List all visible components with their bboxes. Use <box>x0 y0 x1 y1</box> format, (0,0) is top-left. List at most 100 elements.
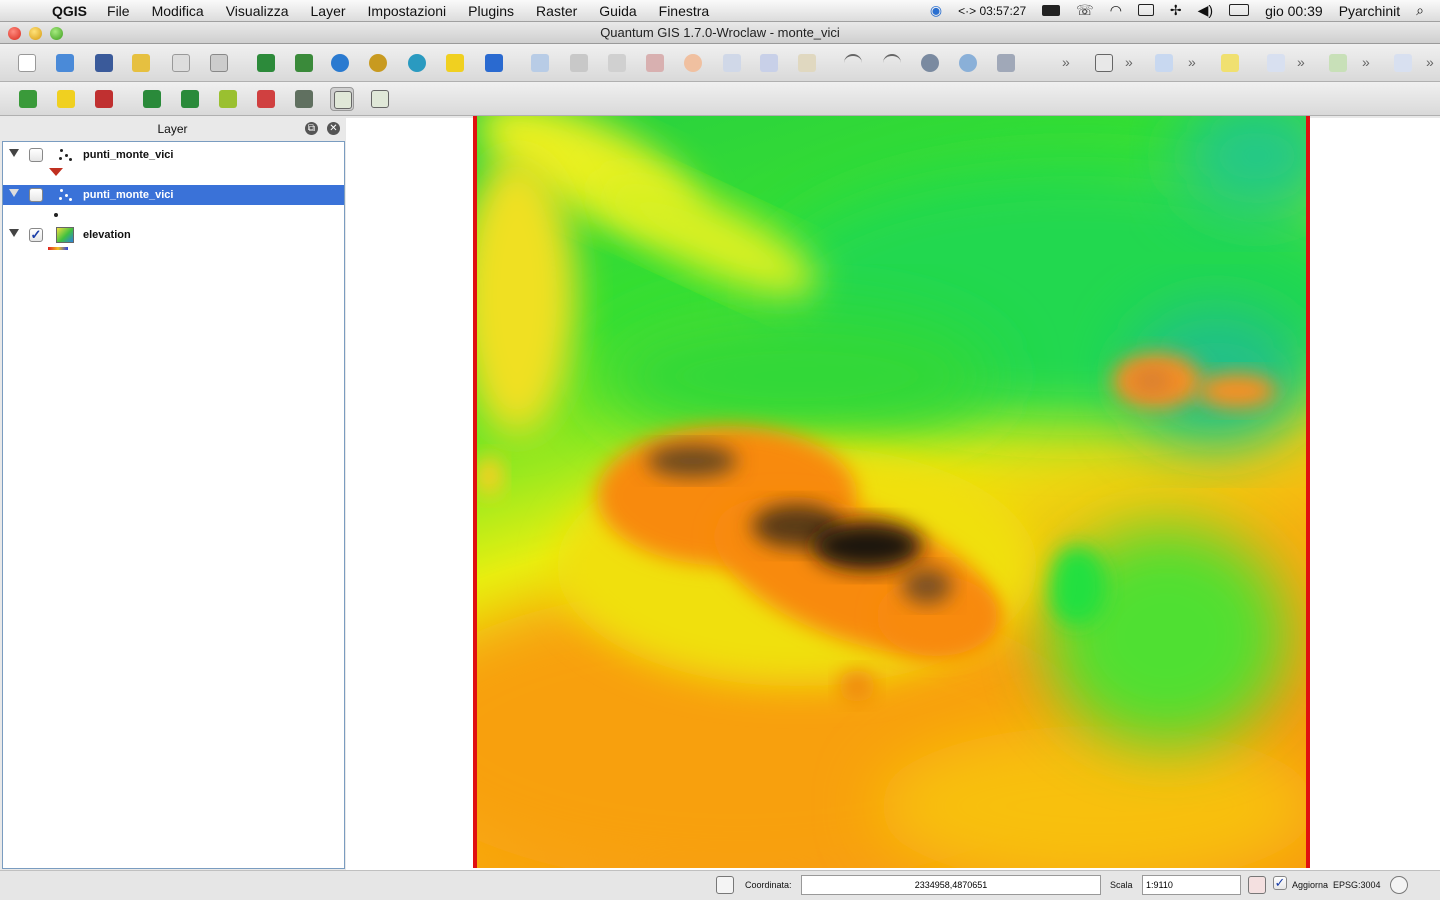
volume-icon[interactable]: ◀︎) <box>1198 2 1213 19</box>
map-canvas[interactable] <box>346 116 1440 870</box>
copy-features-icon[interactable] <box>757 51 781 75</box>
menu-guida[interactable]: Guida <box>599 3 636 19</box>
close-panel-icon[interactable]: ✕ <box>327 122 340 135</box>
layer-visibility-checkbox[interactable] <box>29 188 43 202</box>
toolbar-overflow-icon[interactable]: » <box>1362 54 1370 70</box>
scale-field[interactable] <box>1142 875 1241 895</box>
add-vector-green-icon[interactable] <box>16 87 40 111</box>
window-title: Quantum GIS 1.7.0-Wroclaw - monte_vici <box>600 25 840 40</box>
add-layer-a-icon[interactable] <box>140 87 164 111</box>
layer-name[interactable]: punti_monte_vici <box>83 149 173 161</box>
pan-hand-icon[interactable] <box>1092 51 1116 75</box>
menu-impostazioni[interactable]: Impostazioni <box>368 3 447 19</box>
status-bar: Coordinata: Scala ✓ Aggiorna EPSG:3004 <box>0 870 1440 900</box>
menu-finestra[interactable]: Finestra <box>659 3 710 19</box>
expand-arrow-icon[interactable] <box>9 149 19 157</box>
minimize-window-button[interactable] <box>29 27 42 40</box>
print-icon[interactable] <box>207 51 231 75</box>
crs-label[interactable]: EPSG:3004 <box>1333 880 1381 890</box>
deselect-map-icon[interactable] <box>368 87 392 111</box>
label-abc-icon[interactable] <box>1391 51 1415 75</box>
wifi-icon[interactable]: ◠ <box>1110 2 1122 19</box>
add-part-icon[interactable] <box>994 51 1018 75</box>
add-layer-b-icon[interactable] <box>178 87 202 111</box>
select-map-icon[interactable] <box>330 87 354 111</box>
add-ring-icon[interactable] <box>956 51 980 75</box>
paste-features-icon[interactable] <box>795 51 819 75</box>
menu-plugins[interactable]: Plugins <box>468 3 514 19</box>
crs-status-icon[interactable] <box>1390 876 1408 894</box>
stop-render-icon[interactable] <box>1248 876 1266 894</box>
render-checkbox[interactable]: ✓ <box>1273 876 1287 890</box>
layer-item[interactable]: punti_monte_vici <box>3 185 344 205</box>
raster-layer-icon <box>56 227 74 243</box>
move-feature-icon[interactable] <box>605 51 629 75</box>
identify-icon[interactable] <box>1152 51 1176 75</box>
toggle-editing-icon[interactable] <box>528 51 552 75</box>
remove-layer-icon[interactable] <box>482 51 506 75</box>
spotlight-icon[interactable]: ⌕ <box>1416 2 1424 19</box>
tools-icon[interactable] <box>292 87 316 111</box>
add-vector-layer-icon[interactable] <box>254 51 278 75</box>
sync-icon[interactable]: ◉ <box>930 2 942 19</box>
layer-list[interactable]: punti_monte_vici punti_monte_vici ✓ elev… <box>2 141 345 869</box>
layer-item[interactable]: ✓ elevation <box>3 225 344 245</box>
toolbar-overflow-icon[interactable]: » <box>1062 54 1070 70</box>
save-as-icon[interactable] <box>129 51 153 75</box>
cut-features-icon[interactable] <box>720 51 744 75</box>
input-menu-icon[interactable] <box>1229 3 1250 19</box>
bluetooth-icon[interactable]: ✢ <box>1170 2 1182 19</box>
mac-menubar: QGIS File Modifica Visualizza Layer Impo… <box>0 0 1440 22</box>
remove-green-layer-icon[interactable] <box>92 87 116 111</box>
zoom-window-button[interactable] <box>50 27 63 40</box>
add-spatialite-layer-icon[interactable] <box>366 51 390 75</box>
map-tips-icon[interactable] <box>1218 51 1242 75</box>
layer-visibility-checkbox[interactable]: ✓ <box>29 228 43 242</box>
edit-layer-icon[interactable] <box>254 87 278 111</box>
menu-app-name[interactable]: QGIS <box>52 3 87 19</box>
toolbar-overflow-icon[interactable]: » <box>1188 54 1196 70</box>
menu-layer[interactable]: Layer <box>311 3 346 19</box>
layer-name[interactable]: elevation <box>83 229 131 241</box>
menu-modifica[interactable]: Modifica <box>152 3 204 19</box>
save-edits-icon[interactable] <box>567 51 591 75</box>
print-composer-icon[interactable] <box>169 51 193 75</box>
simplify-feature-icon[interactable] <box>918 51 942 75</box>
float-panel-icon[interactable]: ⧉ <box>305 122 318 135</box>
new-project-icon[interactable] <box>15 51 39 75</box>
undo-icon[interactable] <box>841 51 865 75</box>
menu-user[interactable]: Pyarchinit <box>1339 3 1400 19</box>
expand-arrow-icon[interactable] <box>9 189 19 197</box>
add-layer-c-icon[interactable] <box>216 87 240 111</box>
menu-raster[interactable]: Raster <box>536 3 577 19</box>
display-icon[interactable] <box>1137 3 1154 19</box>
clock-elapsed[interactable]: <·> 03:57:27 <box>958 4 1026 18</box>
toolbar-overflow-icon[interactable]: » <box>1426 54 1434 70</box>
node-tool-icon[interactable] <box>643 51 667 75</box>
save-project-icon[interactable] <box>92 51 116 75</box>
toolbar-overflow-icon[interactable]: » <box>1125 54 1133 70</box>
add-postgis-layer-icon[interactable] <box>328 51 352 75</box>
layer-item[interactable]: punti_monte_vici <box>3 145 344 165</box>
layer-name[interactable]: punti_monte_vici <box>83 189 173 201</box>
coordinate-field[interactable] <box>801 875 1101 895</box>
plugin-icon[interactable] <box>1326 51 1350 75</box>
menu-time[interactable]: gio 00:39 <box>1265 3 1323 19</box>
toolbar-overflow-icon[interactable]: » <box>1297 54 1305 70</box>
phone-icon[interactable]: ☏ <box>1076 2 1094 19</box>
redo-icon[interactable] <box>880 51 904 75</box>
expand-arrow-icon[interactable] <box>9 229 19 237</box>
new-star-layer-icon[interactable] <box>54 87 78 111</box>
add-wms-layer-icon[interactable] <box>405 51 429 75</box>
delete-selected-icon[interactable] <box>681 51 705 75</box>
new-shapefile-icon[interactable] <box>443 51 467 75</box>
layer-visibility-checkbox[interactable] <box>29 148 43 162</box>
open-project-icon[interactable] <box>53 51 77 75</box>
close-window-button[interactable] <box>8 27 21 40</box>
menu-visualizza[interactable]: Visualizza <box>226 3 289 19</box>
battery-icon[interactable] <box>1042 3 1061 19</box>
add-raster-layer-icon[interactable] <box>292 51 316 75</box>
menu-file[interactable]: File <box>107 3 130 19</box>
coordinate-toggle-icon[interactable] <box>716 876 734 894</box>
python-console-icon[interactable] <box>1264 51 1288 75</box>
